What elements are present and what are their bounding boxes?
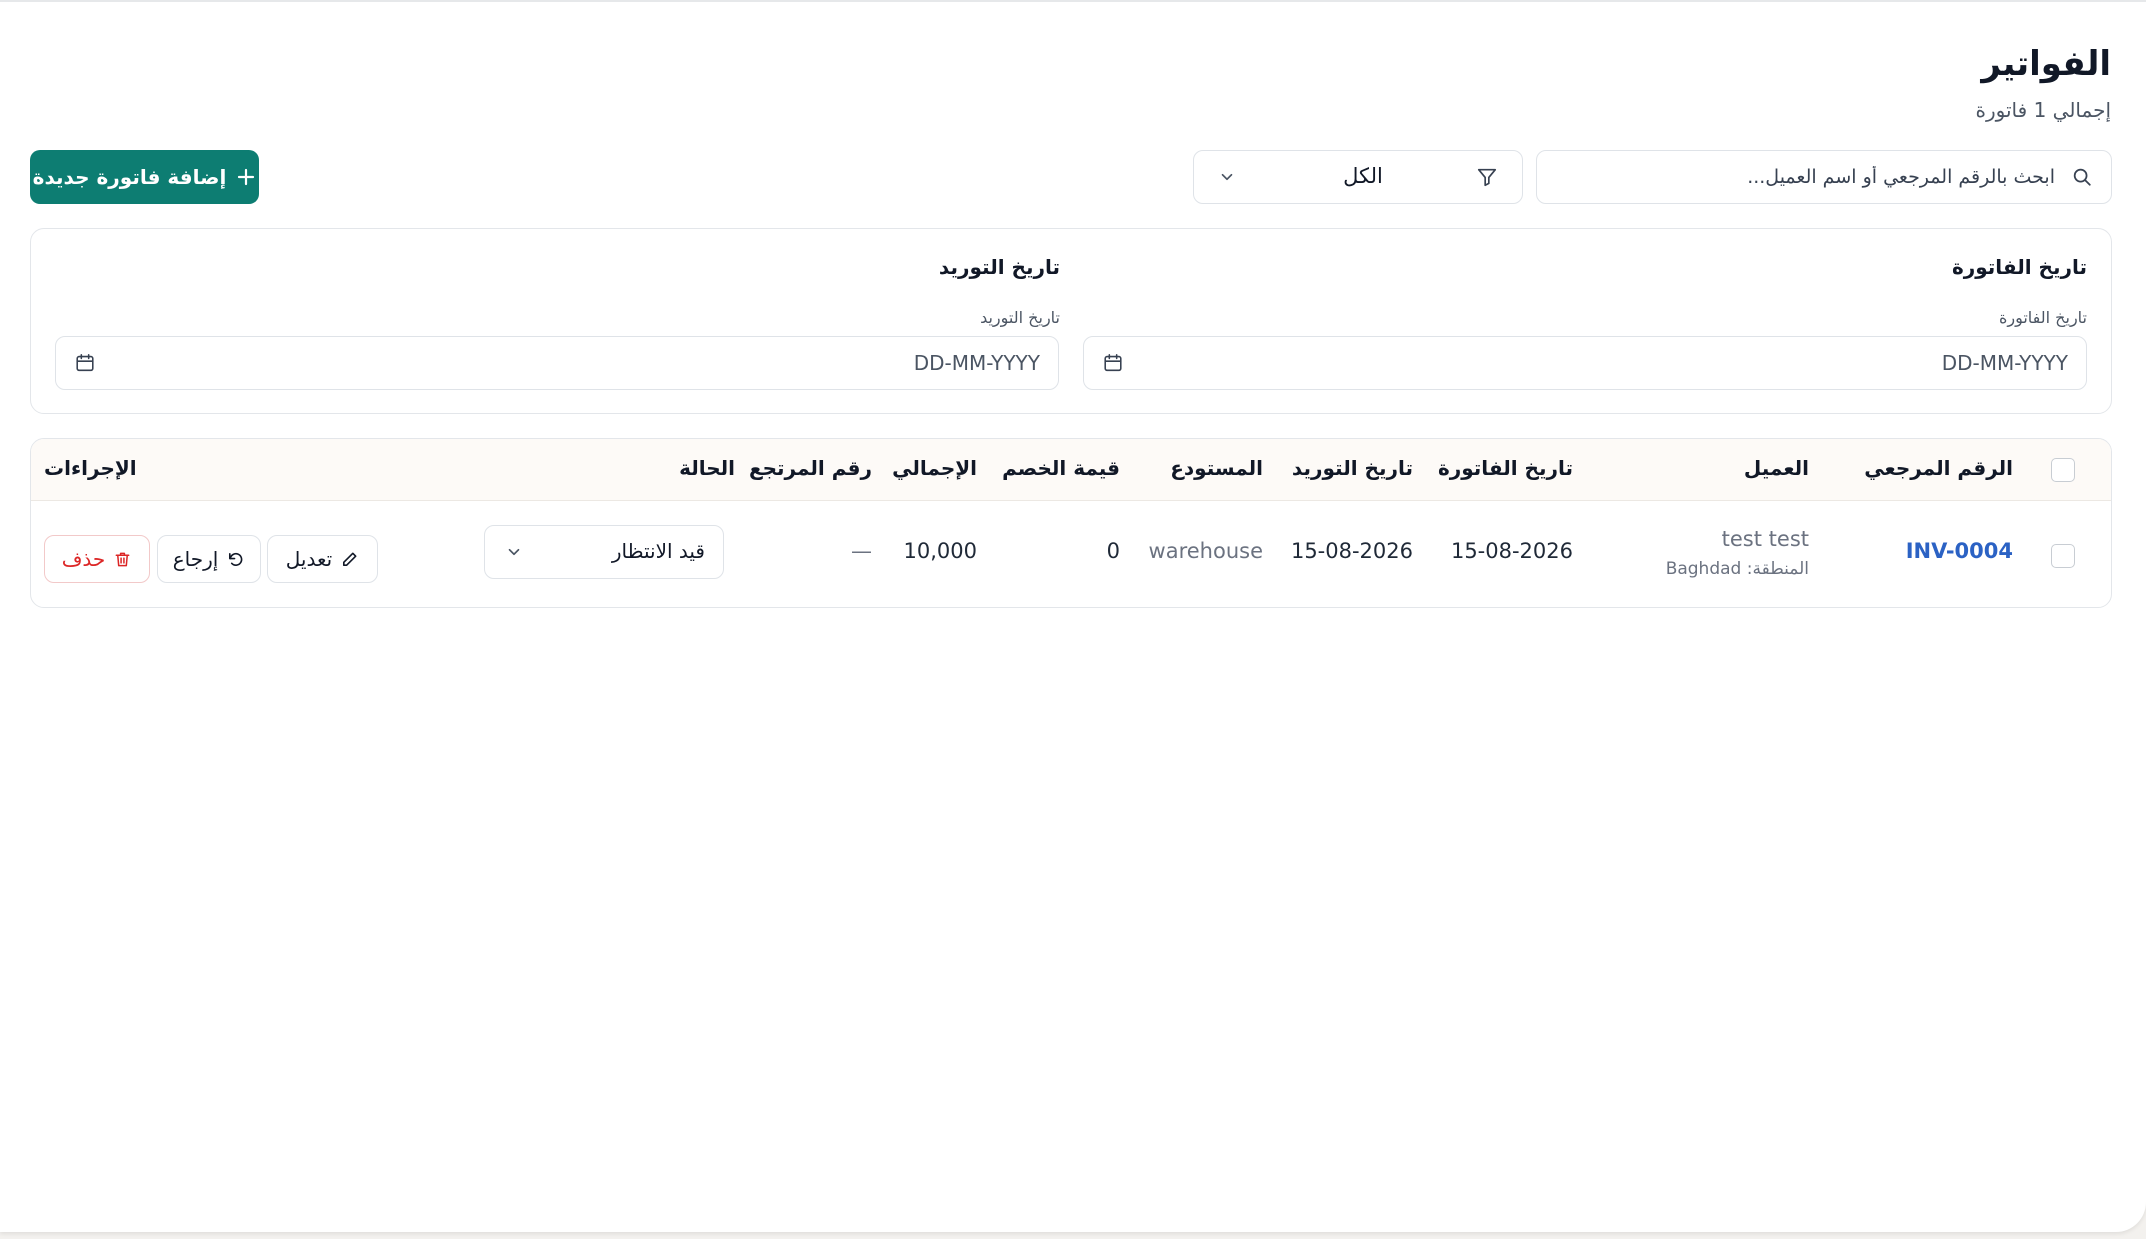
chevron-down-icon [1221, 173, 1233, 181]
calendar-icon [1104, 353, 1122, 372]
date-filters-panel: تاريخ الفاتورة تاريخ الفاتورة DD-MM-YYYY… [30, 228, 2112, 414]
return-label: إرجاع [172, 547, 219, 571]
col-supply-date: تاريخ التوريد [1291, 456, 1413, 480]
select-all-checkbox[interactable] [2051, 458, 2075, 482]
return-button[interactable]: إرجاع [157, 535, 261, 583]
supply-date-label: تاريخ التوريد [980, 308, 1060, 327]
trash-icon [115, 552, 130, 566]
supply-date-placeholder: DD-MM-YYYY [913, 351, 1040, 375]
search-box[interactable] [1536, 150, 2112, 204]
col-customer: العميل [1743, 456, 1809, 480]
chevron-down-icon [508, 548, 520, 556]
invoices-table: الرقم المرجعي العميل تاريخ الفاتورة تاري… [30, 438, 2112, 608]
add-invoice-label: إضافة فاتورة جديدة [32, 165, 227, 189]
page-title: الفواتير [1981, 44, 2111, 84]
invoice-date-placeholder: DD-MM-YYYY [1941, 351, 2068, 375]
invoice-reference-link[interactable]: INV-0004 [1906, 539, 2013, 563]
table-header: الرقم المرجعي العميل تاريخ الفاتورة تاري… [31, 439, 2111, 501]
return-number-cell: — [851, 539, 872, 563]
filter-value: الكل [1343, 164, 1383, 188]
invoice-date-heading: تاريخ الفاتورة [1951, 255, 2087, 279]
col-actions: الإجراءات [44, 456, 137, 480]
status-filter-select[interactable]: الكل [1193, 150, 1523, 204]
invoice-date-cell: 15-08-2026 [1450, 539, 1573, 563]
status-value: قيد الانتظار [611, 539, 705, 563]
invoice-date-label: تاريخ الفاتورة [1998, 308, 2087, 327]
search-icon [2073, 168, 2091, 186]
delete-label: حذف [61, 547, 106, 571]
status-select[interactable]: قيد الانتظار [484, 525, 724, 579]
invoice-count: إجمالي 1 فاتورة [1975, 98, 2111, 122]
add-invoice-button[interactable]: إضافة فاتورة جديدة [30, 150, 259, 204]
calendar-icon [76, 353, 94, 372]
edit-label: تعديل [285, 547, 333, 571]
supply-date-cell: 15-08-2026 [1290, 539, 1413, 563]
total-cell: 10,000 [903, 539, 977, 563]
col-return-number: رقم المرتجع [748, 456, 872, 480]
plus-icon [238, 168, 255, 186]
col-total: الإجمالي [892, 456, 977, 480]
col-reference: الرقم المرجعي [1864, 456, 2013, 480]
undo-icon [229, 552, 243, 566]
discount-cell: 0 [1106, 539, 1120, 563]
warehouse-cell: warehouse [1148, 539, 1263, 563]
row-checkbox[interactable] [2051, 544, 2075, 568]
pencil-icon [343, 552, 357, 566]
col-warehouse: المستودع [1170, 456, 1263, 480]
supply-date-field[interactable]: DD-MM-YYYY [55, 336, 1059, 390]
col-discount: قيمة الخصم [1002, 456, 1120, 480]
col-status: الحالة [679, 456, 735, 480]
page-card: الفواتير إجمالي 1 فاتورة إضافة فاتورة جد… [0, 0, 2146, 1232]
customer-name: test test [1721, 527, 1809, 551]
invoice-date-field[interactable]: DD-MM-YYYY [1083, 336, 2087, 390]
edit-button[interactable]: تعديل [267, 535, 378, 583]
delete-button[interactable]: حذف [44, 535, 150, 583]
col-invoice-date: تاريخ الفاتورة [1437, 456, 1573, 480]
search-input[interactable] [1573, 161, 2057, 193]
customer-region: المنطقة: Baghdad [1665, 559, 1809, 579]
supply-date-heading: تاريخ التوريد [938, 255, 1060, 279]
